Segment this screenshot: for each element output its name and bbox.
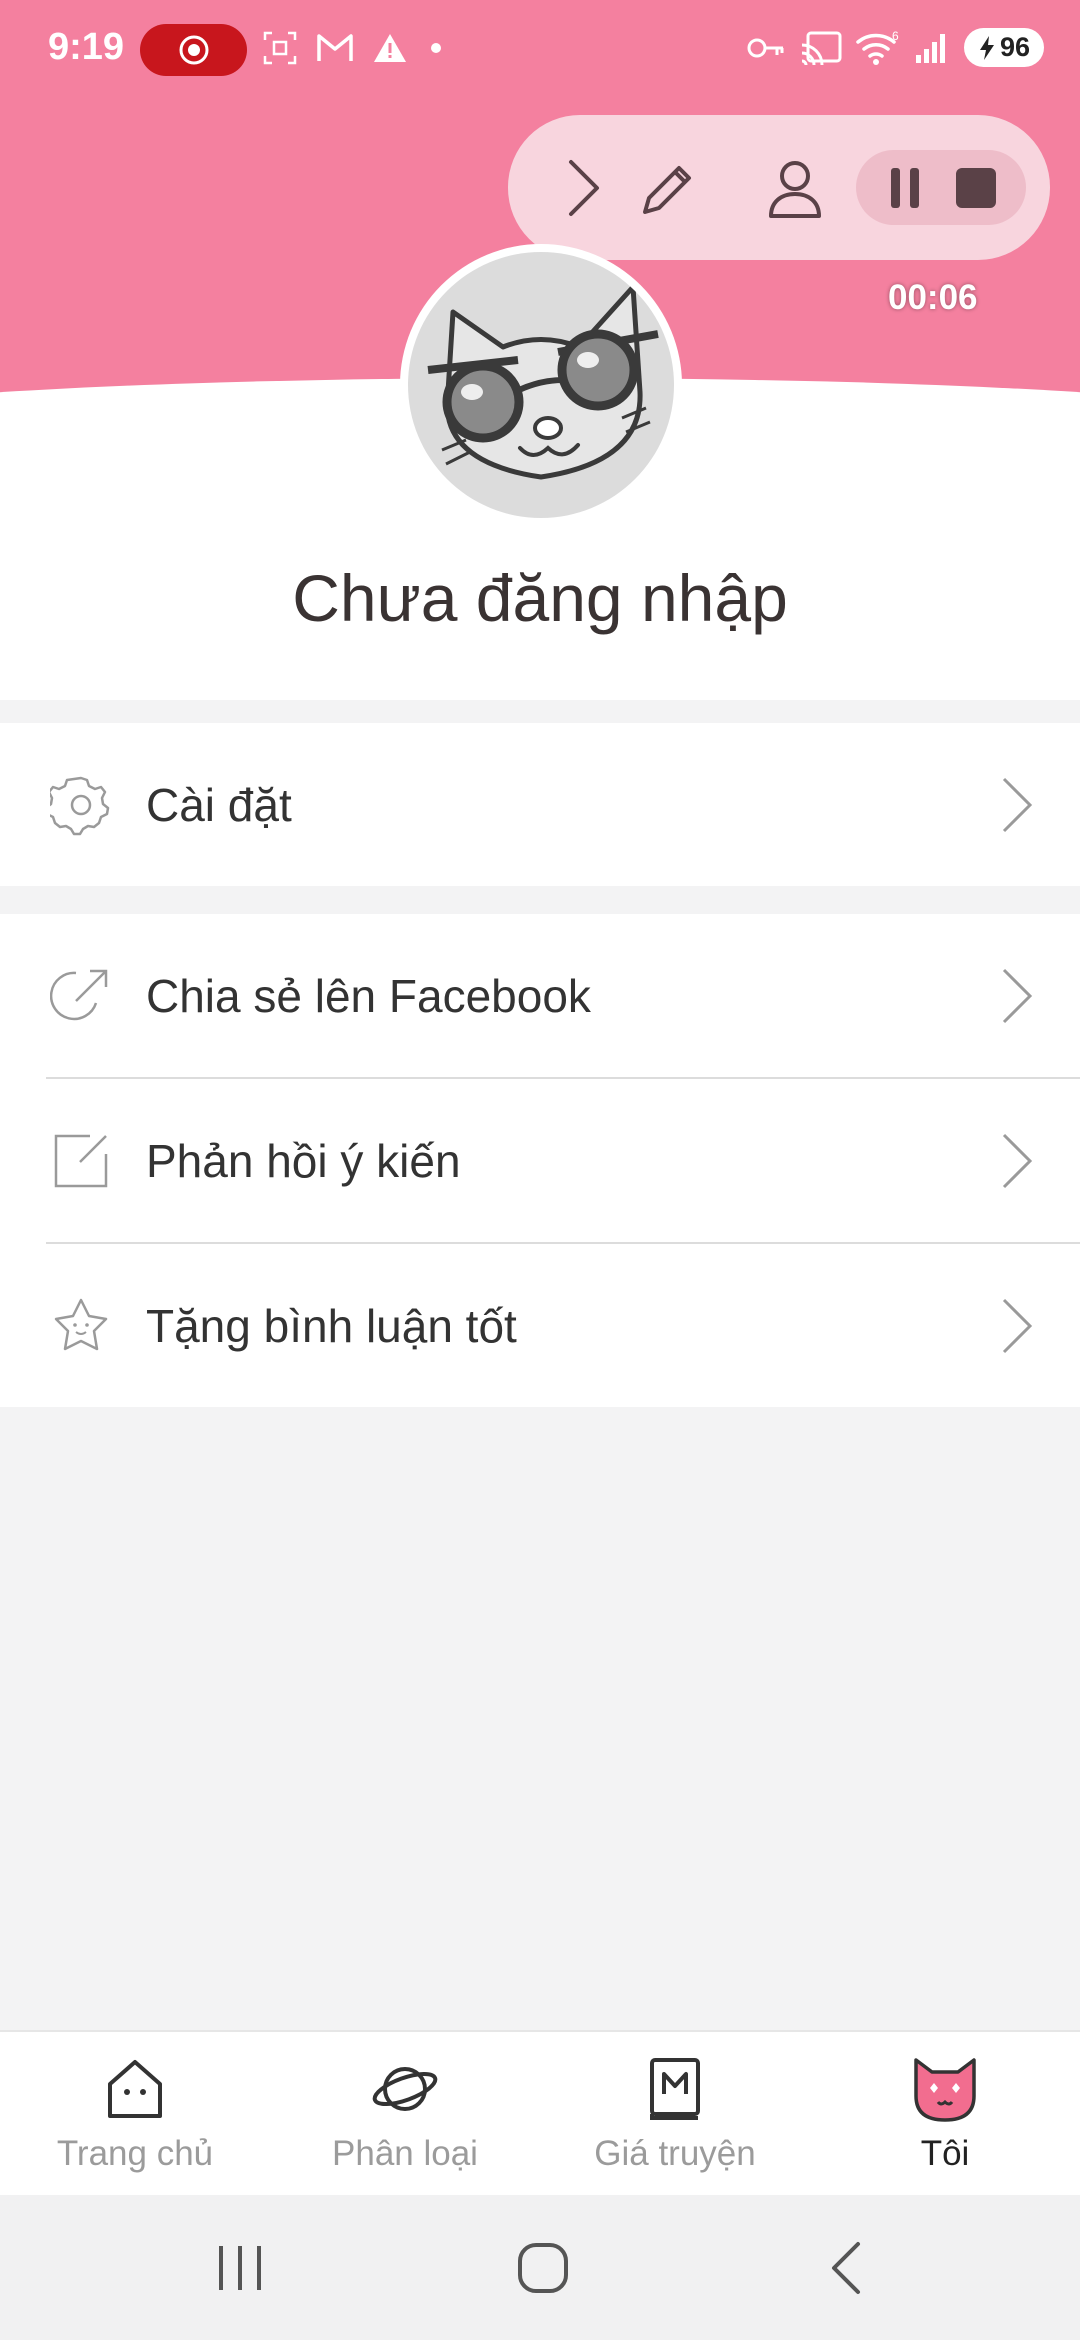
collapse-toolbar-button[interactable] [540, 145, 626, 231]
record-controls [856, 150, 1026, 225]
warning-icon [374, 34, 406, 62]
face-cam-button[interactable] [752, 145, 838, 231]
status-bar: 9:19 6 96 [0, 0, 1080, 100]
screenshot-icon [263, 31, 297, 65]
cat-with-glasses-icon [427, 284, 659, 480]
person-icon [769, 160, 821, 218]
edit-note-icon [54, 1134, 108, 1187]
nav-item-bookshelf[interactable]: Giá truyện [540, 2032, 810, 2195]
stop-icon[interactable] [954, 166, 998, 210]
book-icon [650, 2058, 700, 2120]
menu-label-share-facebook: Chia sẻ lên Facebook [146, 969, 591, 1022]
draw-button[interactable] [626, 145, 712, 231]
nav-item-category[interactable]: Phân loại [270, 2032, 540, 2195]
login-status-title[interactable]: Chưa đăng nhập [0, 560, 1080, 636]
recent-apps-button[interactable] [180, 2195, 300, 2340]
menu-item-rate[interactable]: Tặng bình luận tốt [0, 1244, 1080, 1407]
share-icon [50, 969, 108, 1020]
nav-label-me: Tôi [920, 2134, 970, 2173]
gmail-icon [317, 34, 353, 61]
menu-item-settings[interactable]: Cài đặt [0, 723, 1080, 886]
chevron-right-icon [1002, 1298, 1033, 1353]
pause-icon[interactable] [885, 164, 925, 212]
chevron-right-icon [1002, 1133, 1033, 1188]
pencil-icon [643, 165, 691, 214]
dot-icon [431, 43, 441, 53]
battery-level: 96 [999, 32, 1030, 62]
menu-item-feedback[interactable]: Phản hồi ý kiến [0, 1079, 1080, 1242]
system-navigation-bar [0, 2195, 1080, 2340]
planet-icon [372, 2067, 438, 2111]
vpn-key-icon [747, 38, 784, 57]
system-status-icons: 6 96 [746, 28, 1044, 67]
recent-apps-icon [219, 2245, 261, 2290]
star-icon [54, 1298, 108, 1350]
wifi-badge: 6 [892, 30, 899, 43]
back-icon [832, 2241, 860, 2294]
menu-item-share-facebook[interactable]: Chia sẻ lên Facebook [0, 914, 1080, 1077]
wifi-icon: 6 [856, 30, 899, 65]
gear-icon [50, 776, 110, 835]
screen-record-indicator[interactable] [140, 24, 247, 76]
chevron-right-icon [569, 159, 599, 216]
signal-icon [915, 33, 945, 63]
menu-label-settings: Cài đặt [146, 778, 292, 831]
nav-label-home: Trang chủ [56, 2134, 214, 2173]
cat-face-icon [914, 2058, 976, 2122]
cast-icon [801, 31, 842, 65]
nav-label-category: Phân loại [332, 2134, 478, 2173]
menu-label-feedback: Phản hồi ý kiến [146, 1134, 461, 1187]
avatar[interactable] [400, 244, 682, 526]
menu-label-rate: Tặng bình luận tốt [146, 1299, 517, 1352]
notification-icons [262, 30, 446, 66]
settings-group: Cài đặt [0, 723, 1080, 886]
avatar-image [408, 252, 674, 518]
chevron-right-icon [1002, 968, 1033, 1023]
bottom-navigation: Trang chủ Phân loại Giá truyện Tôi [0, 2030, 1080, 2195]
back-button[interactable] [786, 2195, 906, 2340]
social-group: Chia sẻ lên Facebook Phản hồi ý kiến Tặn… [0, 914, 1080, 1407]
nav-label-bookshelf: Giá truyện [594, 2134, 756, 2173]
home-circle-icon [518, 2242, 568, 2293]
battery-indicator: 96 [963, 28, 1044, 67]
home-button[interactable] [483, 2195, 603, 2340]
nav-item-me[interactable]: Tôi [810, 2032, 1080, 2195]
status-time: 9:19 [48, 26, 125, 68]
record-icon [179, 35, 208, 65]
charging-bolt-icon [979, 35, 994, 60]
nav-item-home[interactable]: Trang chủ [0, 2032, 270, 2195]
home-icon [108, 2060, 162, 2118]
screen-recorder-toolbar [508, 115, 1050, 260]
recording-timer: 00:06 [888, 278, 978, 317]
chevron-right-icon [1002, 777, 1033, 832]
